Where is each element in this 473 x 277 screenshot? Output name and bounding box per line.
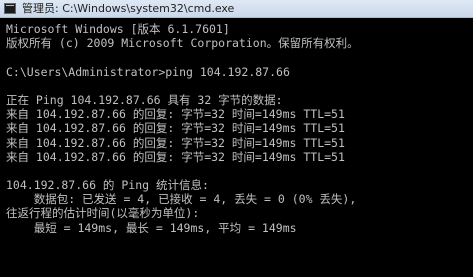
rtt-header-line: 往返行程的估计时间(以毫秒为单位):	[6, 206, 200, 221]
title-bar[interactable]: 管理员: C:\Windows\system32\cmd.exe	[0, 0, 473, 18]
stats-header-line: 104.192.87.66 的 Ping 统计信息:	[6, 178, 209, 193]
ping-reply-line: 来自 104.192.87.66 的回复: 字节=32 时间=149ms TTL…	[6, 107, 345, 122]
console-line: 版权所有 (c) 2009 Microsoft Corporation。保留所有…	[6, 36, 359, 51]
window-title: 管理员: C:\Windows\system32\cmd.exe	[22, 2, 235, 15]
ping-reply-line: 来自 104.192.87.66 的回复: 字节=32 时间=149ms TTL…	[6, 135, 345, 150]
console-output[interactable]: Microsoft Windows [版本 6.1.7601] 版权所有 (c)…	[6, 22, 471, 275]
ping-reply-line: 来自 104.192.87.66 的回复: 字节=32 时间=149ms TTL…	[6, 149, 345, 164]
command-line: C:\Users\Administrator>ping 104.192.87.6…	[6, 64, 290, 79]
rtt-stats-line: 最短 = 149ms, 最长 = 149ms, 平均 = 149ms	[6, 220, 297, 235]
cmd-window: 管理员: C:\Windows\system32\cmd.exe Microso…	[0, 0, 473, 277]
ping-reply-line: 来自 104.192.87.66 的回复: 字节=32 时间=149ms TTL…	[6, 121, 345, 136]
packets-stats-line: 数据包: 已发送 = 4, 已接收 = 4, 丢失 = 0 (0% 丢失),	[6, 192, 357, 207]
ping-header-line: 正在 Ping 104.192.87.66 具有 32 字节的数据:	[6, 92, 283, 107]
console-line: Microsoft Windows [版本 6.1.7601]	[6, 22, 230, 36]
cmd-icon	[4, 3, 16, 14]
